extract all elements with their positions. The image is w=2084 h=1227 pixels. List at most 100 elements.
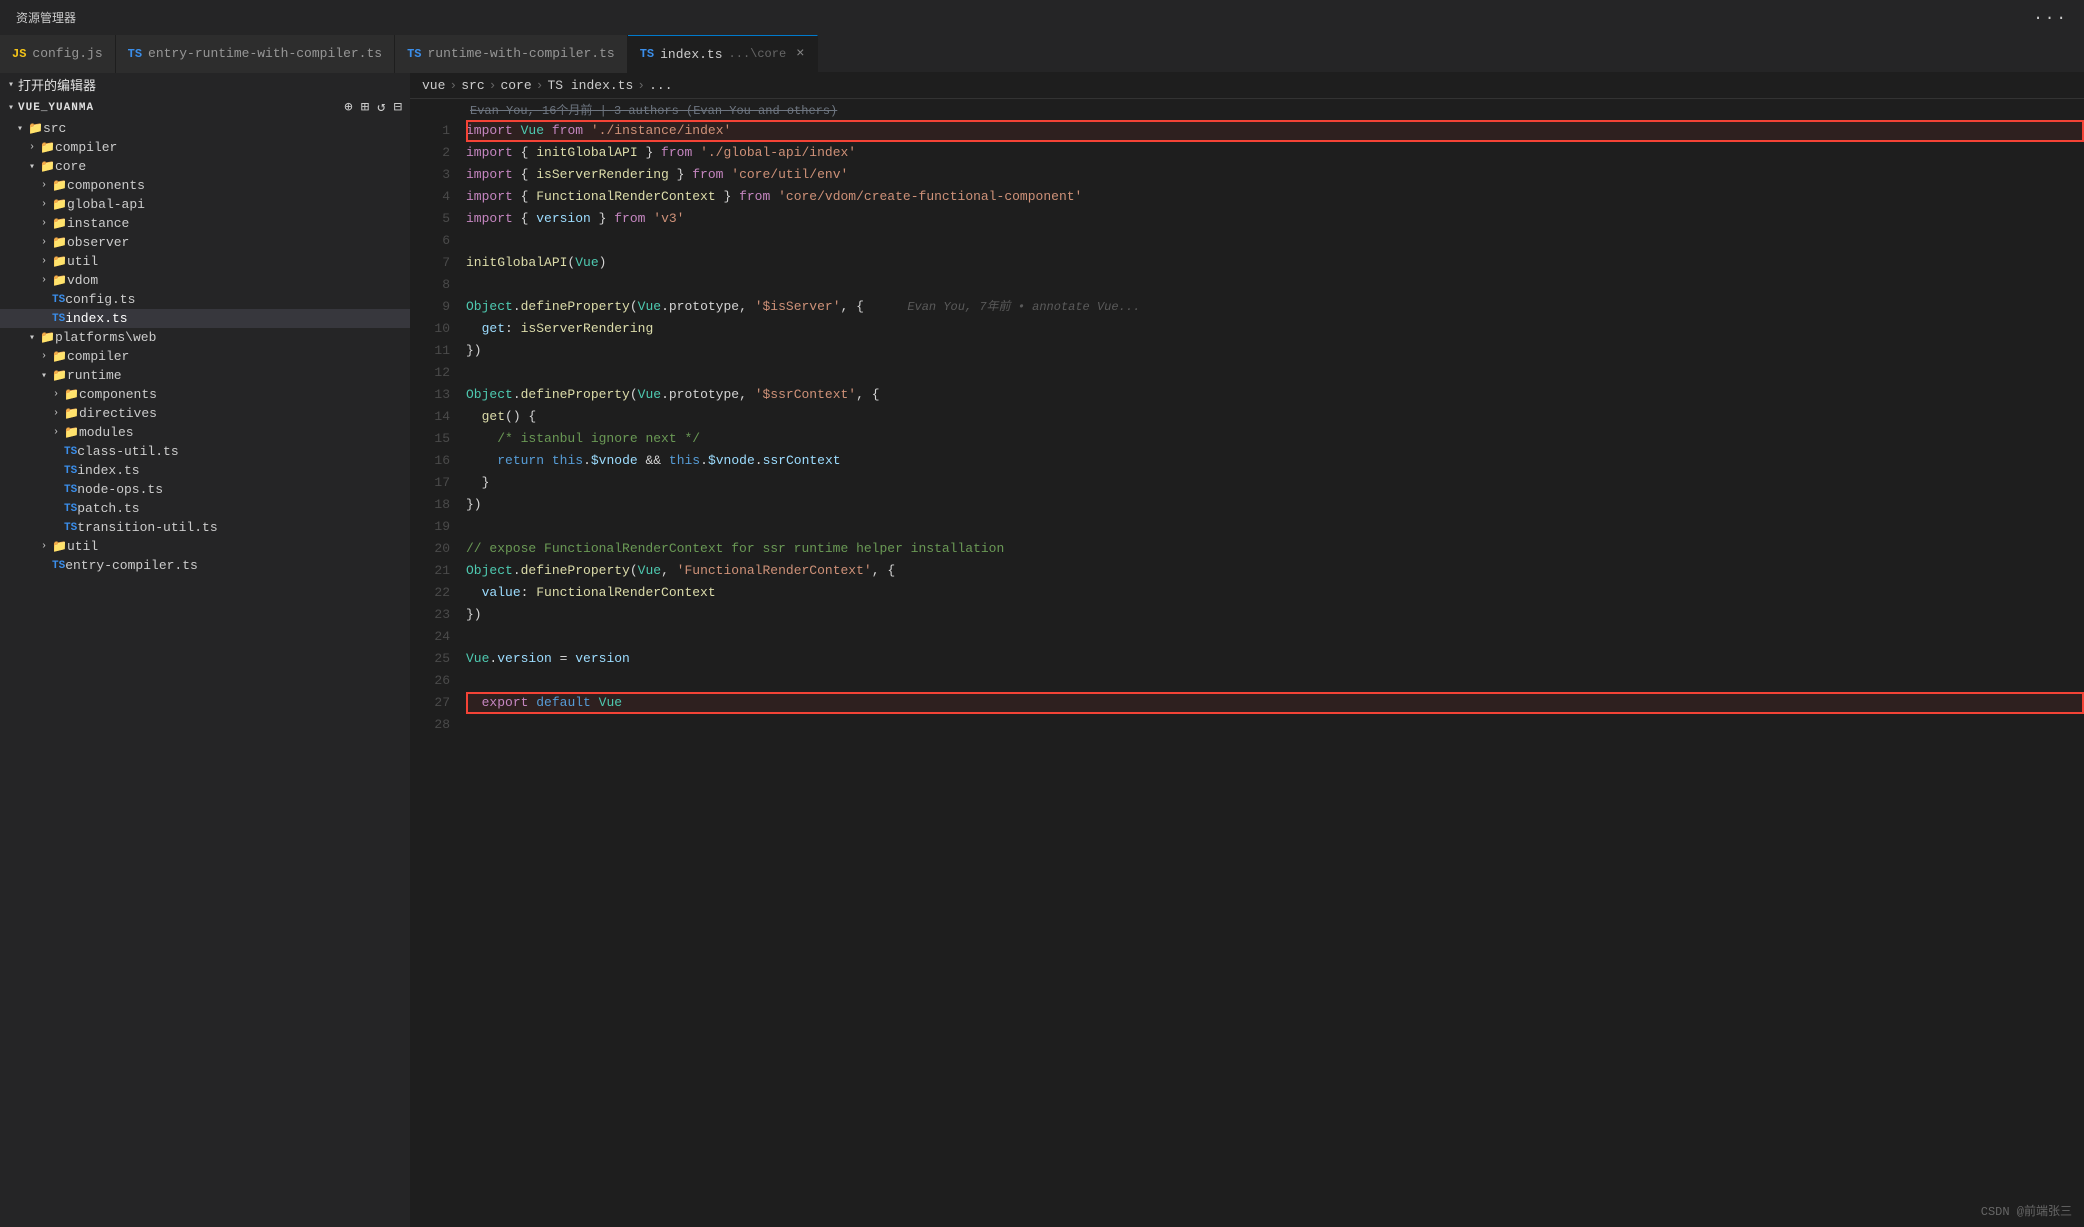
line-num-17: 17 — [410, 472, 450, 494]
open-editors-arrow: ▾ — [8, 79, 14, 91]
line-num-28: 28 — [410, 714, 450, 736]
tab-badge-index-ts: TS — [640, 47, 654, 61]
breadcrumb-item-4[interactable]: ... — [649, 78, 672, 93]
tree-item-23[interactable]: TS entry-compiler.ts — [0, 556, 410, 575]
tab-close-index-ts[interactable]: × — [796, 46, 804, 62]
tab-path-index-ts: ...\core — [729, 47, 787, 61]
code-line-2: import { initGlobalAPI } from './global-… — [466, 142, 2084, 164]
tab-badge-runtime-with-compiler: TS — [407, 47, 421, 61]
breadcrumb-item-1[interactable]: src — [461, 78, 484, 93]
folder-icon-8: 📁 — [52, 273, 67, 288]
tab-index-ts[interactable]: TSindex.ts ...\core× — [628, 35, 818, 73]
tree-item-12[interactable]: ›📁 compiler — [0, 347, 410, 366]
tree-item-2[interactable]: ▾📁 core — [0, 157, 410, 176]
root-folder-arrow: ▾ — [8, 102, 14, 114]
tree-item-5[interactable]: ›📁 instance — [0, 214, 410, 233]
arrow-2: ▾ — [24, 161, 40, 173]
arrow-5: › — [36, 218, 52, 229]
folder-icon-15: 📁 — [64, 406, 79, 421]
open-editors-label: 打开的编辑器 — [18, 75, 96, 94]
new-folder-icon[interactable]: ⊞ — [361, 99, 369, 116]
code-line-4: import { FunctionalRenderContext } from … — [466, 186, 2084, 208]
line-num-20: 20 — [410, 538, 450, 560]
refresh-icon[interactable]: ↺ — [377, 99, 385, 116]
tree-item-0[interactable]: ▾📁 src — [0, 119, 410, 138]
arrow-3: › — [36, 180, 52, 191]
folder-label-4: global-api — [67, 197, 145, 212]
tree-item-19[interactable]: TS node-ops.ts — [0, 480, 410, 499]
open-editors-section[interactable]: ▾ 打开的编辑器 — [0, 73, 410, 96]
breadcrumb-item-0[interactable]: vue — [422, 78, 445, 93]
breadcrumb-sep-3: › — [637, 78, 645, 93]
tree-item-10[interactable]: TS index.ts — [0, 309, 410, 328]
tree-item-13[interactable]: ▾📁 runtime — [0, 366, 410, 385]
folder-label-6: observer — [67, 235, 129, 250]
file-label-9: config.ts — [65, 292, 135, 307]
arrow-12: › — [36, 351, 52, 362]
arrow-22: › — [36, 541, 52, 552]
title-bar: 资源管理器 ··· — [0, 0, 2084, 35]
file-label-19: node-ops.ts — [77, 482, 163, 497]
folder-icon-14: 📁 — [64, 387, 79, 402]
folder-label-16: modules — [79, 425, 134, 440]
tree-item-6[interactable]: ›📁 observer — [0, 233, 410, 252]
tree-item-16[interactable]: ›📁 modules — [0, 423, 410, 442]
tree-item-11[interactable]: ▾📁 platforms\web — [0, 328, 410, 347]
tab-entry-runtime[interactable]: TSentry-runtime-with-compiler.ts — [116, 35, 395, 73]
file-badge-10: TS — [52, 313, 65, 325]
folder-label-1: compiler — [55, 140, 117, 155]
tree-item-7[interactable]: ›📁 util — [0, 252, 410, 271]
tree-item-4[interactable]: ›📁 global-api — [0, 195, 410, 214]
folder-icon-12: 📁 — [52, 349, 67, 364]
tree-item-21[interactable]: TS transition-util.ts — [0, 518, 410, 537]
line-num-27: 27 — [410, 692, 450, 714]
tree-item-14[interactable]: ›📁 components — [0, 385, 410, 404]
line-num-23: 23 — [410, 604, 450, 626]
tree-item-9[interactable]: TS config.ts — [0, 290, 410, 309]
file-label-17: class-util.ts — [77, 444, 178, 459]
arrow-6: › — [36, 237, 52, 248]
tabs-bar: JSconfig.jsTSentry-runtime-with-compiler… — [0, 35, 2084, 73]
code-content[interactable]: import Vue from './instance/index'import… — [462, 120, 2084, 1227]
line-num-26: 26 — [410, 670, 450, 692]
arrow-13: ▾ — [36, 370, 52, 382]
code-line-9: Object.defineProperty(Vue.prototype, '$i… — [466, 296, 2084, 318]
tree-item-3[interactable]: ›📁 components — [0, 176, 410, 195]
line-num-10: 10 — [410, 318, 450, 340]
tree-item-15[interactable]: ›📁 directives — [0, 404, 410, 423]
folder-icon-22: 📁 — [52, 539, 67, 554]
line-num-21: 21 — [410, 560, 450, 582]
file-badge-20: TS — [64, 503, 77, 515]
git-blame: Evan You, 16个月前 | 3 authors (Evan You an… — [410, 99, 2084, 120]
breadcrumb-item-3[interactable]: TS index.ts — [547, 78, 633, 93]
tree-item-17[interactable]: TS class-util.ts — [0, 442, 410, 461]
sidebar: ▾ 打开的编辑器 ▾ VUE_YUANMA ⊕ ⊞ ↺ ⊟ ▾📁 src›📁 c… — [0, 73, 410, 1227]
tree-item-20[interactable]: TS patch.ts — [0, 499, 410, 518]
breadcrumb-sep-0: › — [449, 78, 457, 93]
breadcrumb-sep-2: › — [536, 78, 544, 93]
inline-blame: Evan You, 7年前 • annotate Vue... — [907, 300, 1140, 314]
arrow-4: › — [36, 199, 52, 210]
line-num-16: 16 — [410, 450, 450, 472]
line-num-2: 2 — [410, 142, 450, 164]
more-icon[interactable]: ··· — [2033, 9, 2084, 27]
tree-item-1[interactable]: ›📁 compiler — [0, 138, 410, 157]
tab-runtime-with-compiler[interactable]: TSruntime-with-compiler.ts — [395, 35, 628, 73]
code-line-17: } — [466, 472, 2084, 494]
tab-config-js[interactable]: JSconfig.js — [0, 35, 116, 73]
collapse-icon[interactable]: ⊟ — [394, 99, 402, 116]
folder-label-7: util — [67, 254, 98, 269]
folder-icon-16: 📁 — [64, 425, 79, 440]
tree-item-22[interactable]: ›📁 util — [0, 537, 410, 556]
new-file-icon[interactable]: ⊕ — [344, 99, 352, 116]
code-line-14: get() { — [466, 406, 2084, 428]
tree-item-18[interactable]: TS index.ts — [0, 461, 410, 480]
line-num-25: 25 — [410, 648, 450, 670]
root-folder[interactable]: ▾ VUE_YUANMA — [8, 102, 94, 114]
tab-badge-entry-runtime: TS — [128, 47, 142, 61]
breadcrumb-item-2[interactable]: core — [500, 78, 531, 93]
code-line-25: Vue.version = version — [466, 648, 2084, 670]
main-layout: ▾ 打开的编辑器 ▾ VUE_YUANMA ⊕ ⊞ ↺ ⊟ ▾📁 src›📁 c… — [0, 73, 2084, 1227]
code-view: 1234567891011121314151617181920212223242… — [410, 120, 2084, 1227]
tree-item-8[interactable]: ›📁 vdom — [0, 271, 410, 290]
